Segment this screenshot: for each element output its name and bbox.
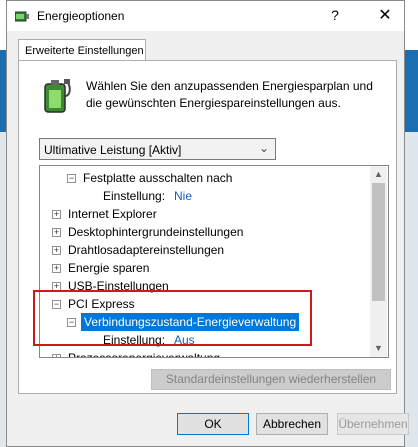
tree-item-internet-explorer[interactable]: + Internet Explorer [48, 205, 348, 223]
intro-text: Wählen Sie den anzupassenden Energiespar… [86, 79, 373, 110]
cancel-button[interactable]: Abbrechen [256, 413, 328, 435]
restore-defaults-button[interactable]: Standardeinstellungen wiederherstellen [151, 369, 391, 390]
expand-icon[interactable]: + [52, 264, 61, 273]
tree-item-label: Internet Explorer [68, 207, 157, 221]
window-title: Energieoptionen [37, 9, 125, 23]
tree-item-festplatte[interactable]: − Festplatte ausschalten nach [48, 169, 348, 187]
expand-icon[interactable]: + [52, 354, 61, 357]
tree-item-label: Drahtlosadaptereinstellungen [68, 243, 225, 257]
power-options-dialog: Energieoptionen ? ✕ Erweiterte Einstellu… [6, 0, 409, 447]
help-button[interactable]: ? [325, 7, 345, 25]
collapse-icon[interactable]: − [52, 300, 61, 309]
scroll-down-arrow-icon[interactable]: ▼ [370, 340, 387, 357]
vertical-scrollbar[interactable]: ▲ ▼ [370, 166, 387, 357]
scroll-thumb[interactable] [372, 183, 385, 301]
tree-item-label: Festplatte ausschalten nach [83, 171, 233, 185]
close-button[interactable]: ✕ [372, 5, 398, 25]
ok-button[interactable]: OK [177, 413, 249, 435]
tree-item-processor-power[interactable]: + Prozessorenergieverwaltung [48, 349, 348, 358]
battery-plug-icon [44, 79, 71, 113]
tree-item-setting[interactable]: Einstellung: Aus [48, 331, 348, 349]
scroll-up-arrow-icon[interactable]: ▲ [370, 166, 387, 183]
expand-icon[interactable]: + [52, 210, 61, 219]
setting-value[interactable]: Nie [174, 187, 192, 205]
setting-value[interactable]: Aus [174, 331, 195, 349]
expand-icon[interactable]: + [52, 228, 61, 237]
tree-item-label: PCI Express [68, 297, 135, 311]
tree-item-label: Energie sparen [68, 261, 150, 275]
tree-item-label: USB-Einstellungen [68, 279, 169, 293]
expand-icon[interactable]: + [52, 246, 61, 255]
tree-item-sleep[interactable]: + Energie sparen [48, 259, 348, 277]
background-window-strip [405, 50, 418, 132]
background-window-strip [405, 132, 418, 447]
tree-item-label: Desktophintergrundeinstellungen [68, 225, 244, 239]
tree-item-link-state-power[interactable]: − Verbindungszustand-Energieverwaltung [48, 313, 358, 331]
power-plan-select[interactable]: Ultimative Leistung [Aktiv] ⌄ [39, 138, 276, 160]
tree-item-pci-express[interactable]: − PCI Express [48, 295, 348, 313]
title-bar: Energieoptionen ? ✕ [7, 1, 404, 31]
tab-advanced-settings[interactable]: Erweiterte Einstellungen [18, 39, 146, 61]
setting-label: Einstellung: [103, 189, 166, 203]
settings-tree: − Festplatte ausschalten nach Einstellun… [39, 165, 389, 358]
tree-item-desktop-background[interactable]: + Desktophintergrundeinstellungen [48, 223, 348, 241]
chevron-down-icon: ⌄ [258, 141, 269, 155]
tree-item-setting[interactable]: Einstellung: Nie [48, 187, 348, 205]
tree-item-wireless-adapter[interactable]: + Drahtlosadaptereinstellungen [48, 241, 348, 259]
tree-item-label-selected: Verbindungszustand-Energieverwaltung [81, 313, 300, 331]
expand-icon[interactable]: + [52, 282, 61, 291]
collapse-icon[interactable]: − [67, 174, 76, 183]
power-plan-icon [15, 11, 29, 22]
apply-button[interactable]: Übernehmen [337, 413, 409, 435]
tree-item-usb-settings[interactable]: + USB-Einstellungen [48, 277, 348, 295]
advanced-settings-panel: Wählen Sie den anzupassenden Energiespar… [18, 60, 397, 394]
setting-label: Einstellung: [103, 333, 166, 347]
tree-item-label: Prozessorenergieverwaltung [68, 351, 221, 358]
power-plan-select-value: Ultimative Leistung [Aktiv] [44, 143, 182, 157]
collapse-icon[interactable]: − [67, 318, 76, 327]
